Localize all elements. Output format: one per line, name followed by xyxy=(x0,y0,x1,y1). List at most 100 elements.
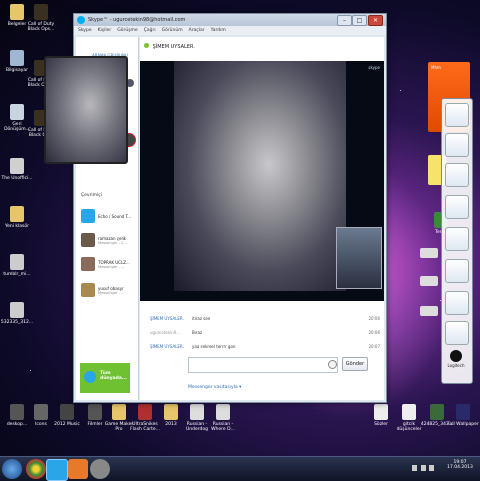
windows-orb-icon[interactable] xyxy=(2,459,22,479)
promo-text: Tüm dünyada... xyxy=(100,371,127,381)
folder-icon xyxy=(10,206,24,222)
contact-name: ramazan çelik xyxy=(98,235,126,241)
contact-status: Messenger - ... xyxy=(98,290,125,295)
menu-item[interactable]: Skype xyxy=(78,28,92,33)
send-button[interactable]: Gönder xyxy=(342,357,368,371)
gadget-panel: Logitech xyxy=(441,98,473,384)
menu-item[interactable]: Görünüm xyxy=(162,28,183,33)
message-time: 20:07 xyxy=(368,343,380,349)
recycle-bin-icon xyxy=(10,104,24,120)
desktop-icon[interactable]: Fall Wallpaper xyxy=(446,404,480,427)
contact-item[interactable]: TOPRAK UCLZ... Messenger - ... xyxy=(81,255,137,273)
people-icon[interactable] xyxy=(445,163,469,187)
send-button-label: Gönder xyxy=(345,361,365,367)
chat-message: ŞİMEM UYSALER. itiraz sen 20:06 xyxy=(150,313,380,323)
conversation-pane: ŞİMEM UYSALER. skype ŞİMEM UYSALER. itir… xyxy=(140,37,384,400)
menu-item[interactable]: Araçlar xyxy=(189,28,205,33)
menu-item[interactable]: Görüşme xyxy=(117,28,137,33)
phone-icon xyxy=(84,371,96,383)
screen-icon[interactable] xyxy=(445,195,469,219)
tray-network-icon[interactable] xyxy=(412,465,417,471)
network-icon[interactable] xyxy=(445,259,469,283)
remote-video-feed xyxy=(174,61,346,291)
desktop-icon[interactable]: Yeni klasör xyxy=(0,206,34,229)
message-sender: ŞİMEM UYSALER. xyxy=(150,343,184,349)
image-file-icon xyxy=(10,254,24,270)
message-text: yaa sekreel terrrr gon xyxy=(192,343,236,349)
title-bar: Skype™ - ugurcetekin98@hotmail.com – □ ✕ xyxy=(74,14,386,26)
promo-banner[interactable]: Tüm dünyada... xyxy=(80,363,130,393)
desktop-icon[interactable]: The Unoffici... xyxy=(0,158,34,181)
contact-item[interactable]: ramazan çelik Messenger - Ç... xyxy=(81,231,137,249)
contact-name: yusuf obasyr xyxy=(98,285,124,291)
chrome-icon[interactable] xyxy=(26,459,46,479)
folder-icon xyxy=(138,404,152,420)
desktop-icon[interactable]: tumblr_mi... xyxy=(0,254,34,277)
desktop-icon[interactable]: Call of Duty Black Ops... xyxy=(24,4,58,32)
taskbar: 19:07 17.04.2013 xyxy=(0,456,480,481)
folder-icon xyxy=(10,4,24,20)
webcam-icon[interactable] xyxy=(90,459,110,479)
contact-item[interactable]: Echo / Sound T... xyxy=(81,207,137,225)
file-icon xyxy=(10,158,24,174)
desktop-icon[interactable]: Russian - Where D... xyxy=(206,404,240,432)
gears-icon[interactable] xyxy=(445,227,469,251)
person-icon[interactable] xyxy=(445,103,469,127)
chat-message: ugurcetekin9... Bıraz 20:06 xyxy=(150,327,380,337)
tools-icon[interactable] xyxy=(445,321,469,345)
tray-flag-icon[interactable] xyxy=(429,465,435,471)
image-file-icon xyxy=(10,302,24,318)
echo-avatar xyxy=(81,209,95,223)
logitech-icon[interactable]: Logitech xyxy=(445,349,467,377)
video-popout[interactable] xyxy=(44,56,128,164)
text-file-icon xyxy=(216,404,230,420)
menu-item[interactable]: Çağrı xyxy=(144,28,156,33)
computer-icon xyxy=(10,50,24,66)
message-text: itiraz sen xyxy=(192,315,211,321)
menu-item[interactable]: Yardım xyxy=(211,28,226,33)
avatar xyxy=(81,283,95,297)
messenger-via-link[interactable]: Messenger vasıtasıyla ▾ xyxy=(188,385,241,390)
avatar xyxy=(81,257,95,271)
tray-volume-icon[interactable] xyxy=(420,465,426,471)
skype-badge-icon: skype xyxy=(368,65,380,70)
chat-title: ŞİMEM UYSALER. xyxy=(152,44,195,50)
folder-icon xyxy=(164,404,178,420)
skype-taskbar-icon[interactable] xyxy=(46,459,68,481)
folder-icon xyxy=(88,404,102,420)
folder-icon xyxy=(60,404,74,420)
star xyxy=(30,370,31,371)
message-time: 20:06 xyxy=(368,329,380,335)
maximize-button[interactable]: □ xyxy=(352,15,367,26)
contact-item[interactable]: yusuf obasyr Messenger - ... xyxy=(81,281,137,299)
contacts-header: Çevrimiçi xyxy=(81,193,103,198)
image-file-icon xyxy=(430,404,444,420)
contact-name: TOPRAK UCLZ... xyxy=(98,259,130,265)
orange-widget-label: Mhm xyxy=(431,65,441,70)
close-button[interactable]: ✕ xyxy=(368,15,383,26)
skype-logo-icon xyxy=(77,16,85,24)
text-file-icon xyxy=(190,404,204,420)
media-player-icon[interactable] xyxy=(68,459,88,479)
message-time: 20:06 xyxy=(368,315,380,321)
folder-icon xyxy=(112,404,126,420)
video-area[interactable]: skype xyxy=(140,61,384,301)
game-icon xyxy=(34,4,48,20)
minimize-button[interactable]: – xyxy=(337,15,352,26)
emoticon-icon[interactable] xyxy=(328,360,337,369)
contact-status: Messenger - ... xyxy=(98,264,125,269)
avatar xyxy=(81,233,95,247)
help-icon[interactable] xyxy=(445,291,469,315)
text-file-icon xyxy=(374,404,388,420)
tray-icons xyxy=(412,465,440,473)
calendar-icon[interactable] xyxy=(445,133,469,157)
contact-name: Echo / Sound T... xyxy=(98,213,132,219)
menu-item[interactable]: Kişiler xyxy=(98,28,112,33)
folder-icon xyxy=(34,404,48,420)
clock[interactable]: 19:07 17.04.2013 xyxy=(442,460,478,470)
chat-message: ŞİMEM UYSALER. yaa sekreel terrrr gon 20… xyxy=(150,341,380,351)
message-input[interactable] xyxy=(188,357,338,373)
message-sender: ŞİMEM UYSALER. xyxy=(150,315,184,321)
desktop-icon[interactable]: 532335_312... xyxy=(0,302,34,325)
text-file-icon xyxy=(402,404,416,420)
